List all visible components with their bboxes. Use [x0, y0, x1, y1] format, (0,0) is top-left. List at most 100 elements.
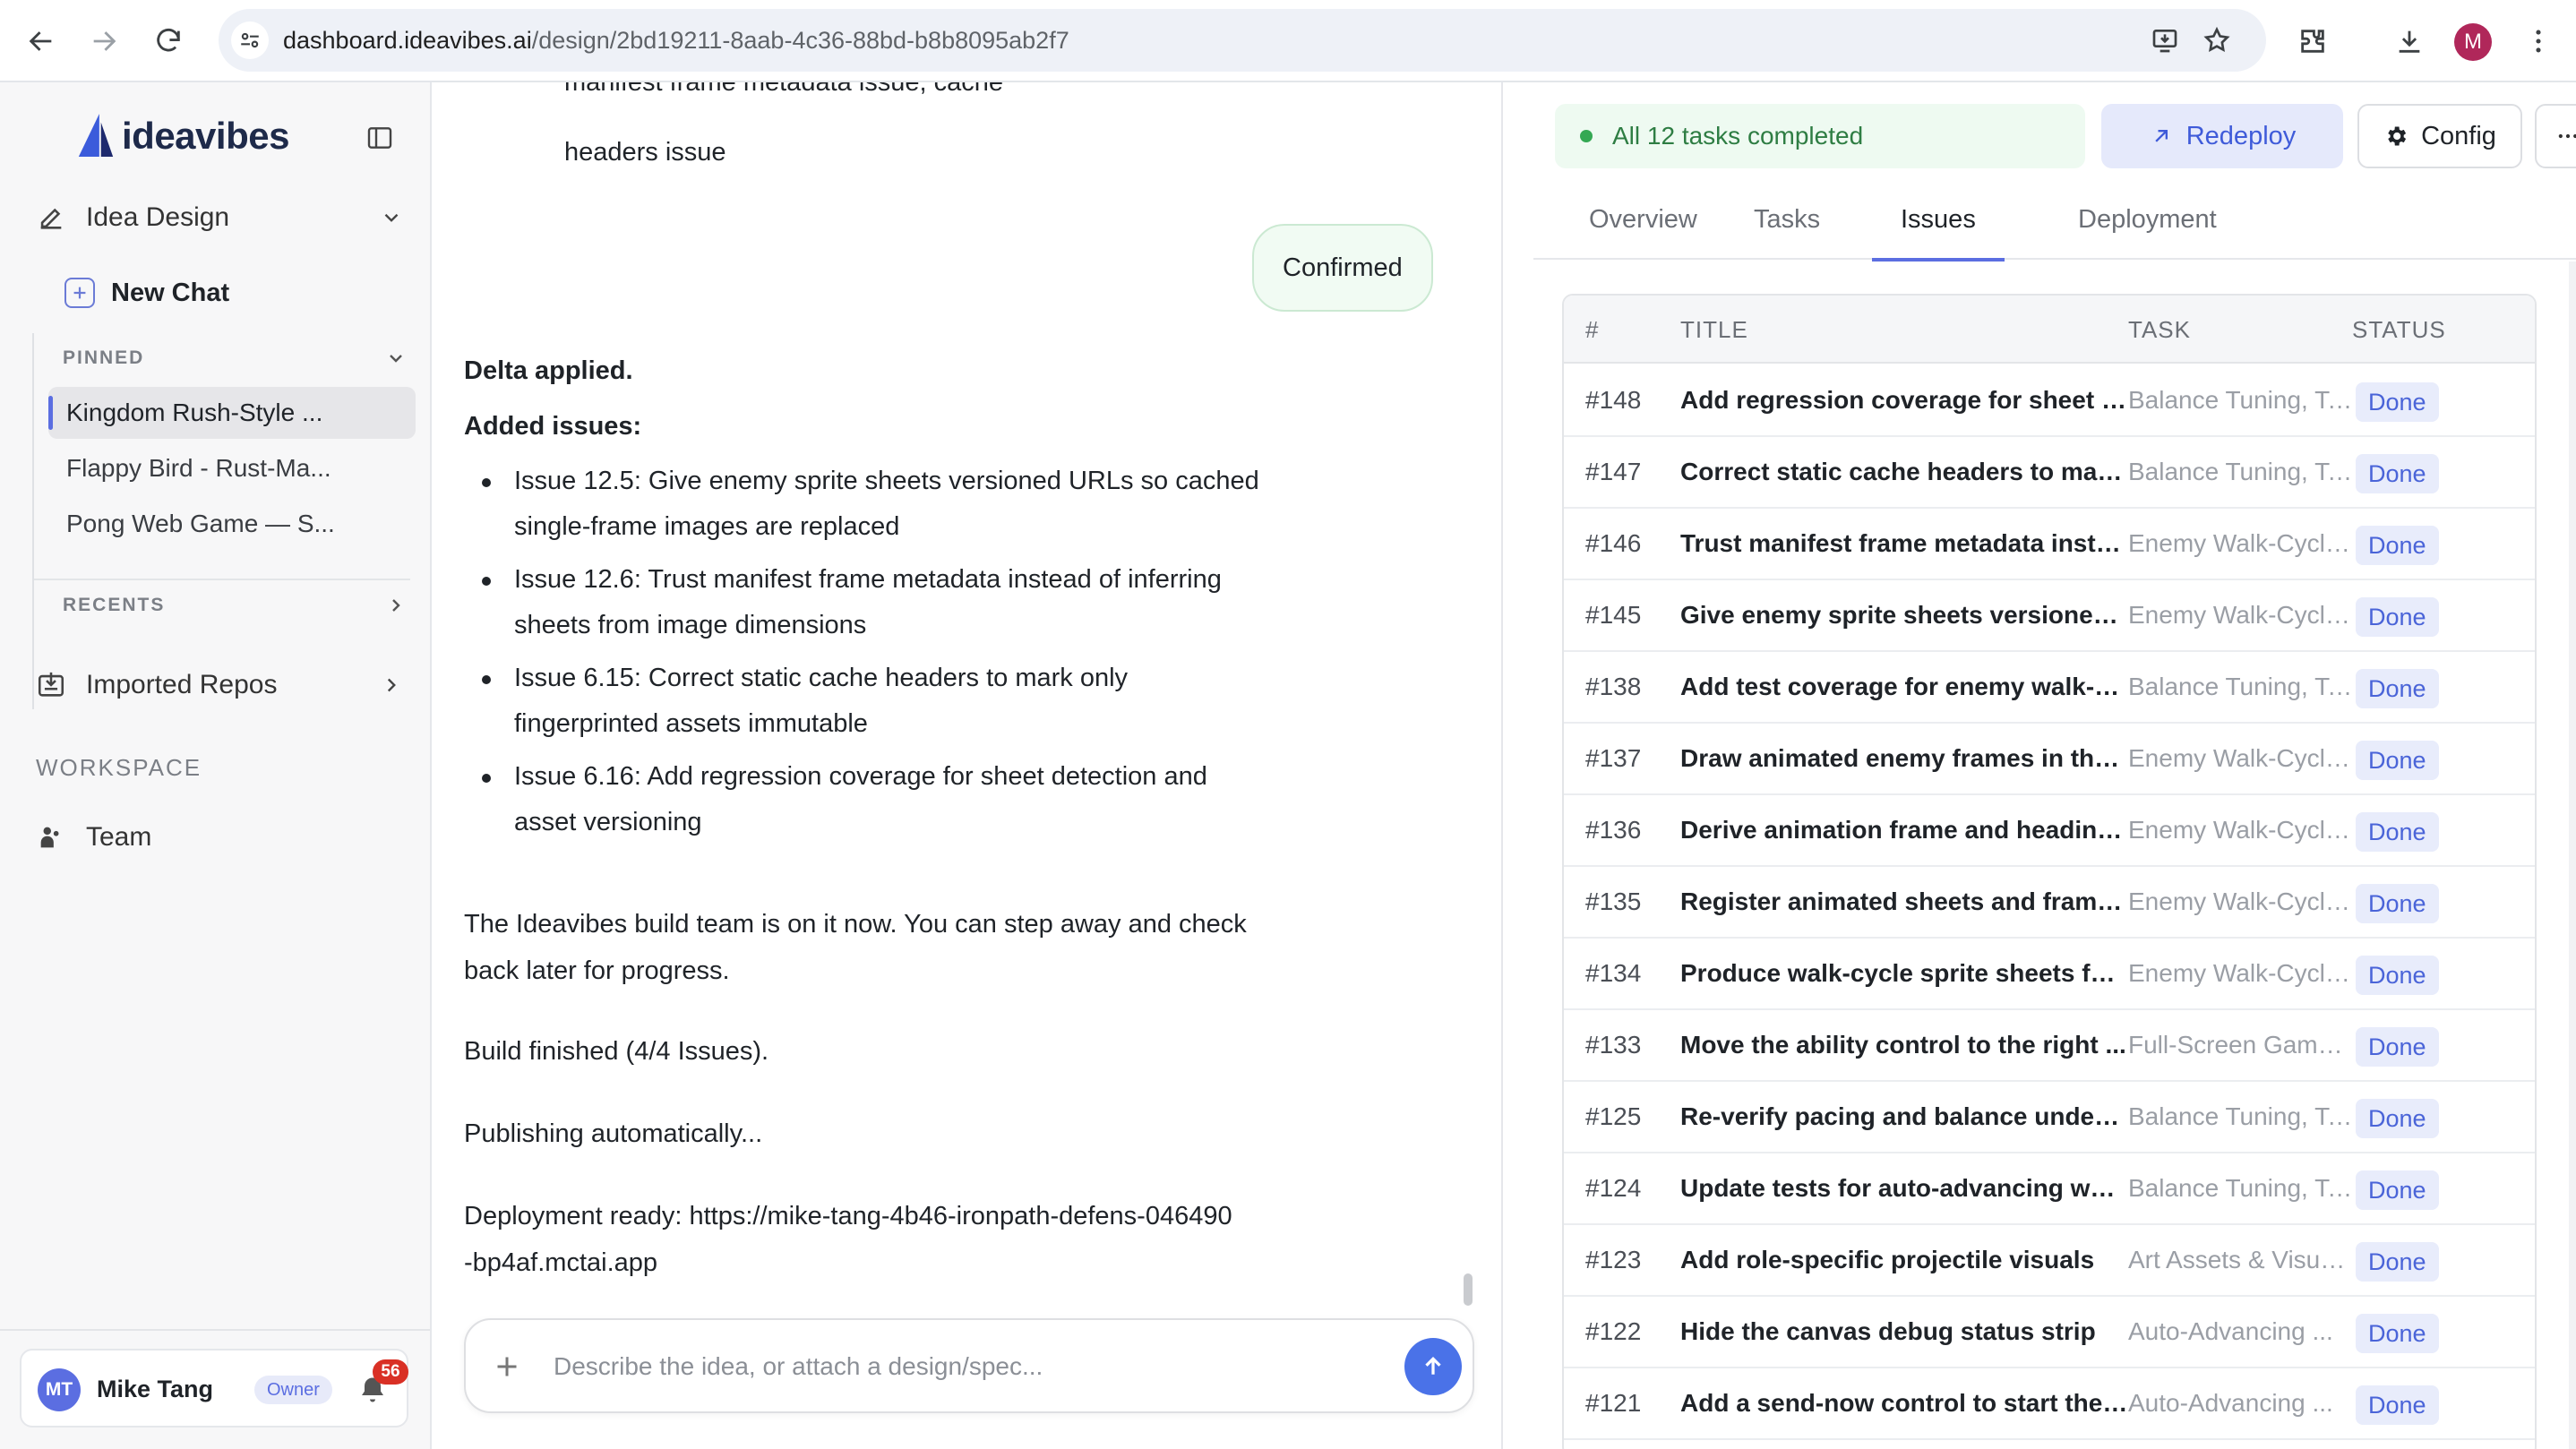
user-card[interactable]: MT Mike Tang Owner 56	[20, 1349, 408, 1428]
new-chat-button[interactable]: New Chat	[64, 270, 229, 315]
deployment-link-text[interactable]: Deployment ready: https://mike-tang-4b46…	[464, 1193, 1234, 1286]
issue-number: #138	[1585, 673, 1642, 700]
issue-number: #135	[1585, 887, 1642, 915]
reload-icon[interactable]	[147, 20, 190, 63]
pinned-chat-item[interactable]: Pong Web Game — S...	[48, 498, 416, 550]
imported-repos-item[interactable]: Imported Repos	[36, 661, 403, 709]
issue-task: Balance Tuning, Te...	[2128, 1102, 2354, 1130]
issue-status-cell: Done	[2356, 1297, 2454, 1367]
issue-status-cell: Done	[2356, 867, 2454, 937]
install-app-icon[interactable]	[2146, 21, 2184, 59]
issue-number: #125	[1585, 1102, 1642, 1130]
team-label: Team	[86, 822, 152, 852]
redeploy-label: Redeploy	[2185, 121, 2297, 150]
table-row[interactable]: #121 Add a send-now control to start the …	[1564, 1368, 2535, 1440]
issues-table: # TITLE TASK STATUS #148 Add regression c…	[1562, 294, 2537, 1449]
issue-status-cell: Done	[2356, 724, 2454, 793]
sidebar-toggle-icon[interactable]	[360, 118, 399, 158]
bookmark-star-icon[interactable]	[2198, 21, 2236, 59]
status-badge: Done	[2356, 1313, 2439, 1353]
table-row[interactable]: #124 Update tests for auto-advancing wav.…	[1564, 1153, 2535, 1225]
status-badge: Done	[2356, 1026, 2439, 1067]
table-row[interactable]: #148 Add regression coverage for sheet de…	[1564, 365, 2535, 437]
chevron-down-icon[interactable]	[385, 347, 407, 369]
composer-input[interactable]	[554, 1345, 1324, 1388]
more-options-button[interactable]	[2535, 104, 2576, 168]
status-badge: Done	[2356, 525, 2439, 565]
table-row[interactable]: #134 Produce walk-cycle sprite sheets for…	[1564, 939, 2535, 1010]
address-bar[interactable]: dashboard.ideavibes.ai/design/2bd19211-8…	[219, 9, 2266, 72]
forward-arrow-icon[interactable]	[82, 20, 125, 63]
issue-title: Hide the canvas debug status strip	[1680, 1317, 2096, 1345]
panel-scrollbar[interactable]	[2569, 262, 2576, 1449]
table-row[interactable]: #125 Re-verify pacing and balance under a…	[1564, 1082, 2535, 1153]
issue-task: Full-Screen Game ...	[2128, 1031, 2354, 1059]
team-item[interactable]: Team	[36, 813, 151, 862]
issue-title: Add a send-now control to start the ...	[1680, 1389, 2128, 1417]
list-item: Issue 12.5: Give enemy sprite sheets ver…	[464, 459, 1270, 550]
chat-scrollbar[interactable]	[1464, 1273, 1473, 1306]
column-header: #	[1585, 316, 1600, 343]
status-badge: Done	[2356, 453, 2439, 493]
tab-issues[interactable]: Issues	[1872, 188, 2005, 262]
table-row[interactable]: #136 Derive animation frame and heading .…	[1564, 795, 2535, 867]
divider	[34, 579, 410, 580]
tab-deployment[interactable]: Deployment	[2078, 188, 2217, 260]
url-text: dashboard.ideavibes.ai/design/2bd19211-8…	[283, 27, 1069, 54]
workspace-label: WORKSPACE	[36, 754, 202, 781]
browser-menu-icon[interactable]	[2517, 20, 2560, 63]
brand-logo[interactable]: ideavibes	[75, 109, 289, 163]
chat-thread: manifest frame metadata issue, cache hea…	[434, 82, 1501, 1449]
table-row[interactable]: #133 Move the ability control to the righ…	[1564, 1010, 2535, 1082]
table-row[interactable]: #145 Give enemy sprite sheets versioned U…	[1564, 580, 2535, 652]
pinned-chat-item[interactable]: Kingdom Rush-Style ...	[48, 387, 416, 439]
table-row[interactable]: #138 Add test coverage for enemy walk-cy.…	[1564, 652, 2535, 724]
issue-title: Move the ability control to the right ..…	[1680, 1031, 2126, 1059]
profile-avatar[interactable]: M	[2454, 23, 2492, 61]
task-status-text: All 12 tasks completed	[1612, 122, 1864, 150]
project-selector-label: Idea Design	[86, 202, 230, 232]
issue-number: #133	[1585, 1031, 1642, 1059]
message-text: Publishing automatically...	[464, 1119, 763, 1148]
issue-status-cell: Done	[2356, 365, 2454, 435]
table-row[interactable]: #135 Register animated sheets and frame .…	[1564, 867, 2535, 939]
issue-status-cell: Done	[2356, 1225, 2454, 1295]
status-badge: Done	[2356, 740, 2439, 780]
recents-label[interactable]: RECENTS	[63, 595, 165, 616]
status-badge: Done	[2356, 668, 2439, 708]
issue-title: Add role-specific projectile visuals	[1680, 1246, 2095, 1273]
chat-composer	[464, 1318, 1474, 1413]
issue-title: Correct static cache headers to mark ...	[1680, 458, 2128, 485]
sidebar: ideavibes Idea Design New Chat PINNED Ki…	[0, 82, 432, 1449]
pinned-chat-item[interactable]: Flappy Bird - Rust-Ma...	[48, 442, 416, 494]
import-icon	[38, 672, 64, 697]
issue-task: Enemy Walk-Cycle...	[2128, 959, 2354, 987]
tab-tasks[interactable]: Tasks	[1754, 188, 1820, 260]
issue-number: #147	[1585, 458, 1642, 485]
tab-overview[interactable]: Overview	[1589, 188, 1697, 260]
extensions-puzzle-icon[interactable]	[2291, 20, 2334, 63]
back-arrow-icon[interactable]	[20, 20, 63, 63]
attach-plus-icon[interactable]	[491, 1350, 523, 1383]
table-row[interactable]: #147 Correct static cache headers to mark…	[1564, 437, 2535, 509]
table-row[interactable]: #137 Draw animated enemy frames in the ..…	[1564, 724, 2535, 795]
config-button[interactable]: Config	[2357, 104, 2522, 168]
redeploy-button[interactable]: Redeploy	[2101, 104, 2343, 168]
project-selector[interactable]: Idea Design	[36, 193, 403, 242]
imported-repos-label: Imported Repos	[86, 670, 278, 699]
browser-toolbar: dashboard.ideavibes.ai/design/2bd19211-8…	[0, 0, 2576, 82]
table-row[interactable]: #146 Trust manifest frame metadata instea…	[1564, 509, 2535, 580]
site-settings-icon[interactable]	[231, 21, 269, 59]
issue-title: Update tests for auto-advancing wav...	[1680, 1174, 2128, 1202]
table-row[interactable]: #123 Add role-specific projectile visuals…	[1564, 1225, 2535, 1297]
status-badge: Done	[2356, 883, 2439, 923]
column-header: TITLE	[1680, 316, 1748, 343]
download-icon[interactable]	[2388, 20, 2431, 63]
issue-status-cell: Done	[2356, 1153, 2454, 1223]
chevron-down-icon	[384, 213, 399, 222]
status-badge: Done	[2356, 1385, 2439, 1425]
chevron-right-icon[interactable]	[385, 595, 407, 616]
issue-title: Derive animation frame and heading ...	[1680, 816, 2128, 844]
send-button[interactable]	[1404, 1338, 1462, 1395]
table-row[interactable]: #122 Hide the canvas debug status strip Au…	[1564, 1297, 2535, 1368]
